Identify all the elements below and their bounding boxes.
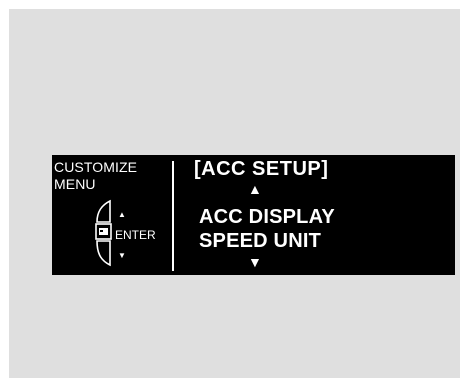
customize-menu-label: CUSTOMIZE MENU	[54, 159, 137, 193]
scroll-up-arrow-icon: ▲	[248, 181, 262, 197]
enter-label: ENTER	[115, 228, 156, 242]
customize-menu-line1: CUSTOMIZE	[54, 159, 138, 175]
display-screen: CUSTOMIZE MENU ▲ ENTER ▼ [ACC SETUP] ▲ A…	[52, 155, 455, 275]
background-panel: CUSTOMIZE MENU ▲ ENTER ▼ [ACC SETUP] ▲ A…	[9, 9, 460, 378]
scroll-down-arrow-icon: ▼	[248, 254, 262, 270]
selector-up-arrow-icon: ▲	[118, 210, 126, 219]
vertical-divider	[172, 161, 174, 271]
customize-menu-line2: MENU	[54, 176, 96, 192]
option-speed-unit[interactable]: SPEED UNIT	[199, 230, 321, 252]
option-acc-display[interactable]: ACC DISPLAY	[199, 206, 335, 228]
acc-setup-heading: [ACC SETUP]	[194, 158, 329, 180]
selector-down-arrow-icon: ▼	[118, 251, 126, 260]
